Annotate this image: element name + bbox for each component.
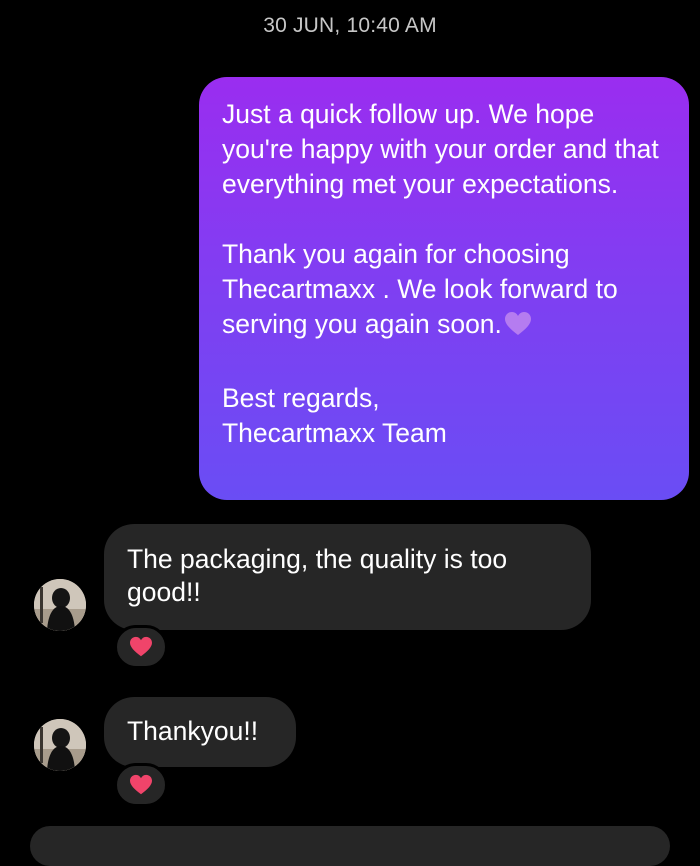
avatar-image [34,579,86,631]
sender-avatar[interactable] [34,719,86,771]
partial-message-bubble[interactable] [30,826,670,866]
message-timestamp: 30 JUN, 10:40 AM [263,14,437,37]
sent-message-paragraph-1: Just a quick follow up. We hope you're h… [222,99,659,199]
sent-message-paragraph-3: Best regards, Thecartmaxx Team [222,383,447,448]
message-reaction[interactable] [114,763,168,807]
red-heart-icon [130,636,152,657]
received-message-bubble[interactable]: Thankyou!! [104,697,296,767]
sender-avatar[interactable] [34,579,86,631]
sent-message-paragraph-2: Thank you again for choosing Thecartmaxx… [222,237,671,346]
message-reaction[interactable] [114,625,168,669]
received-message-text: The packaging, the quality is too good!! [127,544,508,607]
red-heart-icon [130,774,152,795]
avatar-image [34,719,86,771]
sent-message-bubble[interactable]: Just a quick follow up. We hope you're h… [199,77,689,500]
received-message-bubble[interactable]: The packaging, the quality is too good!! [104,524,591,630]
received-message-text: Thankyou!! [127,716,259,746]
purple-heart-icon [504,311,532,346]
sent-message-paragraph-2-text: Thank you again for choosing Thecartmaxx… [222,239,618,339]
